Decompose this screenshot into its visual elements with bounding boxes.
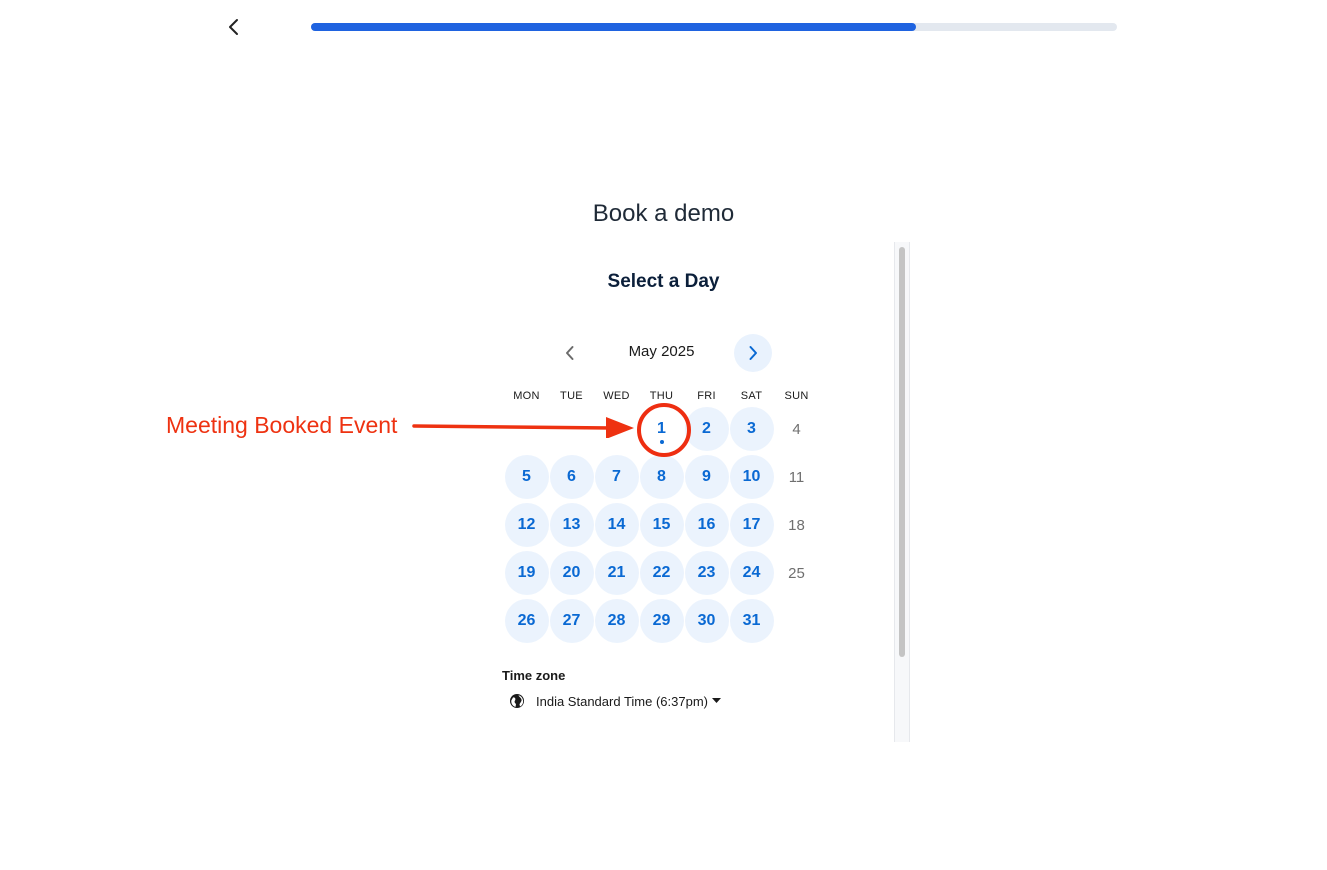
calendar-day-label: 12 [504,503,549,547]
calendar-day-button[interactable]: 28 [594,597,639,645]
calendar-day-label: 11 [788,468,805,486]
calendar-grid: 1 2 3 4 5 6 7 8 9 10 11 12 13 14 15 16 17 18 19 20 21 22 23 24 2… [504,405,819,645]
calendar-day-label: 31 [729,599,774,643]
calendar-day-button[interactable]: 22 [639,549,684,597]
calendar-day-unavailable: 18 [774,501,819,549]
calendar-day-button[interactable]: 16 [684,501,729,549]
calendar-day-label: 4 [792,420,801,438]
calendar-day-button[interactable]: 2 [684,405,729,453]
calendar-day-label: 19 [504,551,549,595]
chevron-right-icon [749,346,757,360]
calendar-day-button[interactable]: 15 [639,501,684,549]
back-button[interactable] [222,15,246,39]
calendar-day-label: 13 [549,503,594,547]
calendar-day-button[interactable]: 29 [639,597,684,645]
calendar-day-button[interactable]: 17 [729,501,774,549]
calendar-day-button[interactable]: 12 [504,501,549,549]
caret-down-icon [711,698,721,704]
chevron-left-icon [566,346,574,360]
calendar-day-button[interactable]: 19 [504,549,549,597]
calendar-day-label: 23 [684,551,729,595]
calendar-day-button[interactable]: 27 [549,597,594,645]
calendar-day-button[interactable]: 21 [594,549,639,597]
calendar-day-label: 27 [549,599,594,643]
weekday-label: SAT [740,390,763,402]
timezone-select[interactable]: India Standard Time (6:37pm) [509,693,721,709]
previous-month-button[interactable] [557,340,583,366]
calendar-day-label: 29 [639,599,684,643]
weekday-label: TUE [560,390,583,402]
calendar-day-button[interactable]: 13 [549,501,594,549]
calendar-day-label: 16 [684,503,729,547]
calendar-day-button[interactable]: 14 [594,501,639,549]
annotation-label: Meeting Booked Event [166,412,398,438]
calendar-day-label: 14 [594,503,639,547]
calendar-day-button[interactable]: 31 [729,597,774,645]
calendar-day-label: 3 [729,407,774,451]
calendar-day-unavailable: 11 [774,453,819,501]
globe-icon [509,693,525,709]
calendar-day-label: 20 [549,551,594,595]
annotation-arrow-icon [412,417,634,438]
weekday-label: WED [603,390,630,402]
calendar-day-label: 2 [684,407,729,451]
calendar-day-button[interactable]: 20 [549,549,594,597]
calendar-day-label: 8 [639,455,684,499]
next-month-button[interactable] [734,334,772,372]
calendar-day-button[interactable]: 5 [504,453,549,501]
calendar-day-label: 17 [729,503,774,547]
calendar-day-label: 21 [594,551,639,595]
calendar-day-label: 30 [684,599,729,643]
calendar-day-button[interactable]: 9 [684,453,729,501]
weekday-header: MON TUE WED THU FRI SAT SUN [504,390,819,402]
calendar-day-label: 1 [640,407,684,451]
calendar-day-button[interactable]: 3 [729,405,774,453]
calendar-day-button[interactable]: 10 [729,453,774,501]
calendar-day-label: 22 [639,551,684,595]
calendar-day-label: 25 [788,564,805,582]
calendar-day-label: 6 [549,455,594,499]
calendar-day-label: 28 [594,599,639,643]
scrollbar[interactable] [894,242,910,742]
calendar-day-label: 15 [639,503,684,547]
calendar-day-label: 10 [729,455,774,499]
calendar-day-label: 7 [594,455,639,499]
weekday-label: THU [649,390,674,402]
calendar-day-button[interactable]: 26 [504,597,549,645]
progress-bar-fill [311,23,916,31]
calendar-day-unavailable: 4 [774,405,819,453]
calendar-day-label: 9 [684,455,729,499]
calendar-day-unavailable: 25 [774,549,819,597]
today-indicator-dot [659,440,664,444]
weekday-label: MON [513,390,540,402]
calendar-day-label: 5 [504,455,549,499]
calendar-day-button[interactable]: 1 [639,405,684,453]
calendar-day-button[interactable]: 30 [684,597,729,645]
month-label: May 2025 [628,343,695,360]
weekday-label: SUN [784,390,809,402]
calendar-day-label: 24 [729,551,774,595]
timezone-label: Time zone [502,668,566,683]
calendar-day-button[interactable]: 23 [684,549,729,597]
progress-bar [311,23,1117,31]
calendar-heading: Select a Day [607,271,720,292]
scrollbar-thumb[interactable] [899,247,905,657]
calendar-day-button[interactable]: 8 [639,453,684,501]
calendar-day-button[interactable]: 24 [729,549,774,597]
calendar-day-button[interactable]: 7 [594,453,639,501]
calendar-day-label: 18 [788,516,805,534]
page-title: Book a demo [592,200,735,227]
chevron-left-icon [229,19,238,35]
weekday-label: FRI [697,390,716,402]
timezone-value: India Standard Time (6:37pm) [536,693,708,709]
calendar-day-label: 26 [504,599,549,643]
calendar-day-button[interactable]: 6 [549,453,594,501]
